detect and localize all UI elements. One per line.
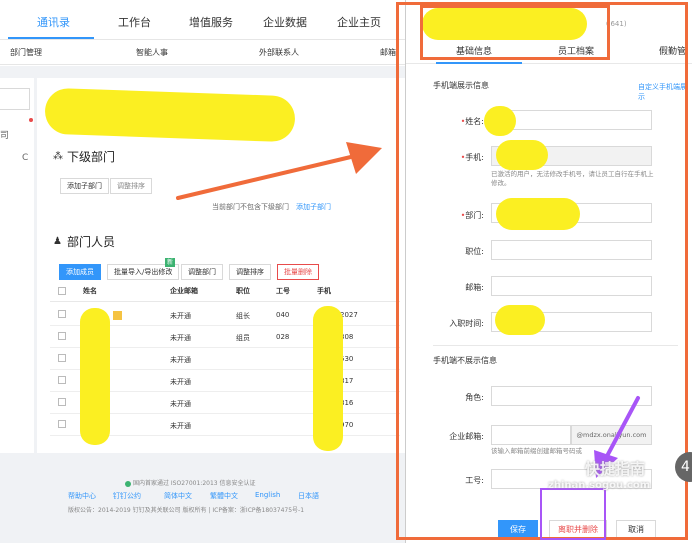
row-checkbox[interactable] (58, 332, 66, 340)
row-checkbox[interactable] (58, 354, 66, 362)
cell-jobno: 040 (276, 311, 290, 319)
annotation-arrow-icon (176, 142, 382, 200)
active-tab-indicator (8, 37, 94, 39)
cell-jobno: 028 (276, 333, 290, 341)
footer-link-english[interactable]: English (255, 491, 280, 499)
cell-email: 未开通 (170, 422, 191, 430)
row-checkbox[interactable] (58, 376, 66, 384)
cell-email: 未开通 (170, 334, 191, 342)
col-phone: 手机 (317, 287, 331, 295)
tree-search-input[interactable] (0, 88, 30, 110)
hierarchy-icon: ⁂ (53, 151, 63, 162)
cell-title: 组员 (236, 334, 250, 342)
sort-dept-button[interactable]: 调整排序 (110, 178, 152, 194)
redaction-highlight (313, 306, 343, 451)
security-cert: 国内首家通过 ISO27001:2013 信息安全认证 (125, 478, 256, 487)
col-jobno: 工号 (276, 287, 290, 295)
tree-item-text[interactable]: 司 (0, 128, 9, 141)
cell-title: 组长 (236, 312, 250, 320)
subnav-smart-hr[interactable]: 智能人事 (136, 47, 168, 58)
security-cert-text: 国内首家通过 ISO27001:2013 信息安全认证 (133, 480, 256, 487)
subnav-external-contacts[interactable]: 外部联系人 (259, 47, 299, 58)
add-sub-dept-button[interactable]: 添加子部门 (60, 178, 109, 194)
red-dot-indicator (29, 118, 33, 122)
dept-tree-panel: 司 C (0, 78, 34, 453)
cell-email: 未开通 (170, 378, 191, 386)
sub-dept-title: 下级部门 (67, 150, 116, 164)
row-checkbox[interactable] (58, 310, 66, 318)
members-table-header: 姓名 企业邮箱 职位 工号 手机 (50, 286, 400, 302)
sort-members-button[interactable]: 调整排序 (229, 264, 271, 280)
cell-email: 未开通 (170, 400, 191, 408)
footer-link-convention[interactable]: 钉钉公约 (113, 491, 141, 501)
subnav-dept-manage[interactable]: 部门管理 (10, 47, 42, 58)
watermark-title: 快捷指南 (585, 460, 646, 478)
people-icon: ♟ (53, 236, 62, 247)
footer-link-zh-cn[interactable]: 简体中文 (164, 491, 192, 501)
col-title: 职位 (236, 287, 250, 295)
annotation-box-tabs (420, 5, 610, 60)
footer-link-zh-tw[interactable]: 繁體中文 (210, 491, 238, 501)
footer-link-japanese[interactable]: 日本語 (298, 491, 319, 501)
annotation-box-resign (540, 488, 606, 540)
adjust-dept-button[interactable]: 调整部门 (181, 264, 223, 280)
footer-link-help[interactable]: 帮助中心 (68, 491, 96, 501)
subnav-mail[interactable]: 邮箱 (380, 47, 396, 58)
refresh-icon[interactable]: C (22, 153, 28, 163)
tab-enterprise-data[interactable]: 企业数据 (263, 14, 307, 30)
row-checkbox[interactable] (58, 398, 66, 406)
copyright-text: 版权公告：2014-2019 钉钉及其关联公司 版权所有 | ICP备案：浙IC… (68, 507, 305, 514)
col-name: 姓名 (83, 287, 97, 295)
tab-contacts[interactable]: 通讯录 (37, 14, 70, 30)
cell-email: 未开通 (170, 312, 191, 320)
tab-workbench[interactable]: 工作台 (118, 14, 151, 30)
check-icon (125, 480, 131, 487)
tab-enterprise-home[interactable]: 企业主页 (337, 14, 381, 30)
row-checkbox[interactable] (58, 420, 66, 428)
admin-badge (113, 311, 122, 320)
batch-delete-button[interactable]: 批量删除 (277, 264, 319, 280)
watermark-url: zhinan.sogou.com (548, 480, 651, 491)
members-title: 部门人员 (67, 235, 116, 249)
redaction-highlight (44, 87, 296, 143)
page-footer: 国内首家通过 ISO27001:2013 信息安全认证 帮助中心 钉钉公约 简体… (0, 453, 405, 543)
add-member-button[interactable]: 添加成员 (59, 264, 101, 280)
col-email: 企业邮箱 (170, 287, 198, 295)
tab-value-added[interactable]: 增值服务 (189, 14, 233, 30)
select-all-checkbox[interactable] (58, 287, 66, 295)
cell-email: 未开通 (170, 356, 191, 364)
new-badge: 新 (165, 258, 175, 267)
redaction-highlight (80, 308, 110, 445)
